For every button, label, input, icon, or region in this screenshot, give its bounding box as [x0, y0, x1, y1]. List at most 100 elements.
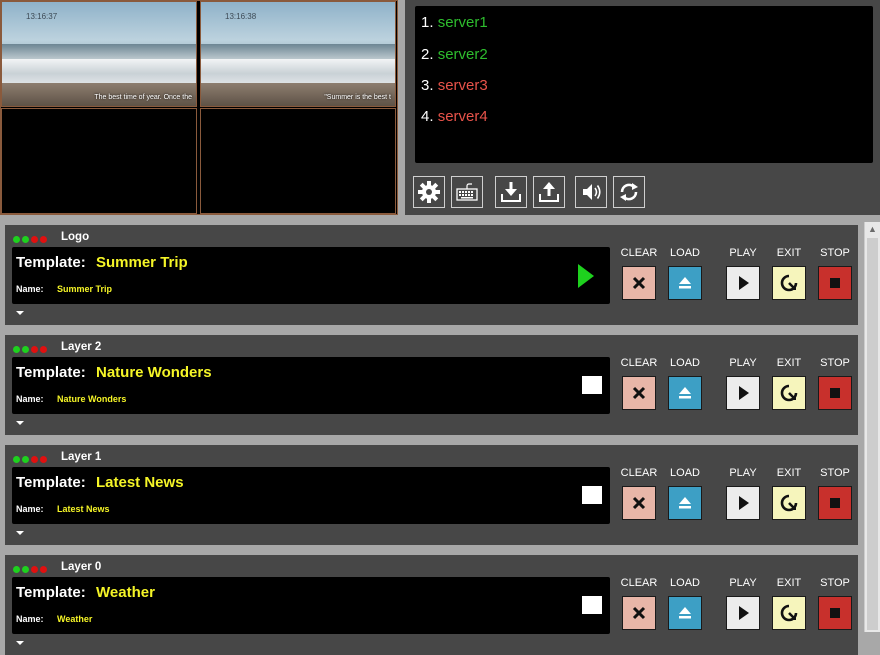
template-label: Template: — [16, 584, 86, 601]
preview-caption: The best time of year. Once the — [94, 94, 192, 101]
stop-button[interactable] — [818, 596, 852, 630]
layer-title: Layer 0 — [61, 561, 102, 573]
stop-button[interactable] — [818, 486, 852, 520]
server-name: server4 — [437, 108, 488, 125]
load-button[interactable] — [668, 266, 702, 300]
stop-label: STOP — [820, 577, 850, 589]
stopped-icon — [582, 376, 602, 394]
stopped-icon — [582, 596, 602, 614]
preview-4[interactable] — [200, 108, 396, 214]
load-button[interactable] — [668, 486, 702, 520]
layer-list: Logo Template: Summer Trip Name: Summer … — [0, 215, 880, 655]
server-panel: 1. server1 2. server2 3. server3 4. serv… — [405, 0, 880, 215]
expand-icon[interactable] — [16, 421, 24, 425]
play-button[interactable] — [726, 596, 760, 630]
name-value: Weather — [57, 614, 93, 624]
eject-icon — [679, 387, 691, 399]
status-dot — [31, 236, 38, 243]
preview-1[interactable]: 13:16:37 The best time of year. Once the — [1, 1, 197, 107]
exit-label: EXIT — [776, 357, 802, 369]
exit-label: EXIT — [776, 467, 802, 479]
exit-icon — [780, 494, 798, 512]
play-button[interactable] — [726, 486, 760, 520]
load-button[interactable] — [668, 376, 702, 410]
volume-icon — [583, 184, 601, 200]
template-label: Template: — [16, 364, 86, 381]
stop-label: STOP — [820, 247, 850, 259]
exit-button[interactable] — [772, 266, 806, 300]
server-item-3[interactable]: 3. server3 — [421, 77, 488, 94]
status-dot — [40, 456, 47, 463]
gear-icon — [418, 181, 440, 203]
preview-grid: 13:16:37 The best time of year. Once the… — [0, 0, 398, 215]
clear-label: CLEAR — [620, 357, 658, 369]
exit-button[interactable] — [772, 486, 806, 520]
stop-button[interactable] — [818, 376, 852, 410]
template-value: Latest News — [96, 474, 184, 491]
load-button[interactable] — [668, 596, 702, 630]
volume-button[interactable] — [575, 176, 607, 208]
exit-icon — [780, 604, 798, 622]
server-list: 1. server1 2. server2 3. server3 4. serv… — [415, 6, 873, 163]
settings-button[interactable] — [413, 176, 445, 208]
server-item-4[interactable]: 4. server4 — [421, 108, 488, 125]
layer-title: Layer 2 — [61, 341, 102, 353]
template-box: Template: Weather Name: Weather — [12, 577, 610, 634]
stop-icon — [830, 498, 840, 508]
eject-icon — [679, 497, 691, 509]
exit-button[interactable] — [772, 596, 806, 630]
keyboard-button[interactable] — [451, 176, 483, 208]
status-dot — [31, 346, 38, 353]
status-dot — [31, 566, 38, 573]
clear-button[interactable] — [622, 376, 656, 410]
eject-icon — [679, 277, 691, 289]
clear-button[interactable] — [622, 266, 656, 300]
layer-title: Layer 1 — [61, 451, 102, 463]
name-label: Name: — [16, 614, 44, 624]
status-dot — [13, 236, 20, 243]
stop-icon — [830, 388, 840, 398]
scrollbar[interactable]: ▲ — [864, 222, 880, 632]
preview-3[interactable] — [1, 108, 197, 214]
layer-title: Logo — [61, 231, 90, 243]
scroll-thumb[interactable] — [867, 238, 878, 630]
preview-2[interactable]: 13:16:38 "Summer is the best t — [200, 1, 396, 107]
play-icon — [739, 496, 749, 510]
clear-button[interactable] — [622, 596, 656, 630]
load-label: LOAD — [670, 467, 700, 479]
play-button[interactable] — [726, 376, 760, 410]
template-box: Template: Summer Trip Name: Summer Trip — [12, 247, 610, 304]
stop-button[interactable] — [818, 266, 852, 300]
close-icon — [632, 496, 646, 510]
clear-label: CLEAR — [620, 247, 658, 259]
template-label: Template: — [16, 254, 86, 271]
name-label: Name: — [16, 394, 44, 404]
status-dot — [22, 456, 29, 463]
stop-icon — [830, 608, 840, 618]
clear-button[interactable] — [622, 486, 656, 520]
status-dot — [22, 346, 29, 353]
scroll-up-icon[interactable]: ▲ — [868, 224, 877, 234]
play-icon — [739, 386, 749, 400]
name-label: Name: — [16, 284, 44, 294]
layer-panel-0: Logo Template: Summer Trip Name: Summer … — [5, 225, 858, 325]
play-label: PLAY — [729, 467, 757, 479]
exit-button[interactable] — [772, 376, 806, 410]
refresh-button[interactable] — [613, 176, 645, 208]
expand-icon[interactable] — [16, 311, 24, 315]
template-box: Template: Nature Wonders Name: Nature Wo… — [12, 357, 610, 414]
layer-panel-2: Layer 1 Template: Latest News Name: Late… — [5, 445, 858, 545]
server-item-2[interactable]: 2. server2 — [421, 46, 488, 63]
clear-label: CLEAR — [620, 577, 658, 589]
upload-button[interactable] — [533, 176, 565, 208]
status-dot — [13, 456, 20, 463]
expand-icon[interactable] — [16, 641, 24, 645]
stop-label: STOP — [820, 467, 850, 479]
server-item-1[interactable]: 1. server1 — [421, 14, 488, 31]
play-button[interactable] — [726, 266, 760, 300]
play-icon — [739, 606, 749, 620]
expand-icon[interactable] — [16, 531, 24, 535]
status-dot — [22, 566, 29, 573]
download-button[interactable] — [495, 176, 527, 208]
status-dot — [13, 346, 20, 353]
